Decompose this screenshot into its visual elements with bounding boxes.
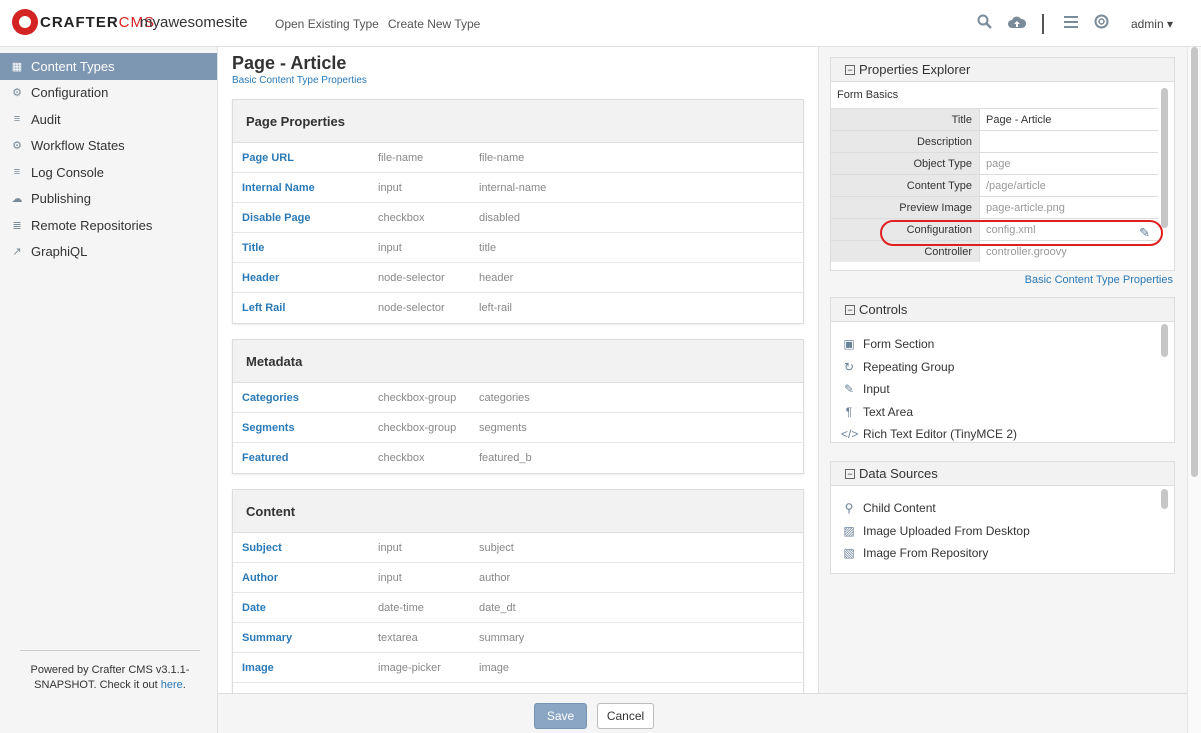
image-file-icon: ▧ — [843, 546, 855, 561]
sidebar-item-remote-repositories[interactable]: ≣ Remote Repositories — [0, 212, 217, 239]
save-button[interactable]: Save — [534, 703, 587, 729]
control-rich-text-editor[interactable]: </> Rich Text Editor (TinyMCE 2) — [831, 423, 1174, 446]
prop-row-title[interactable]: Title Page - Article — [831, 108, 1158, 130]
list-icon: ≡ — [13, 166, 21, 179]
section-title[interactable]: Page Properties — [233, 100, 803, 143]
data-sources-header[interactable]: − Data Sources — [831, 462, 1174, 486]
list-icon: ≡ — [13, 113, 21, 126]
search-icon[interactable] — [977, 14, 992, 33]
field-row[interactable]: Header node-selector header — [233, 263, 803, 293]
field-row[interactable]: Categories checkbox-group categories — [233, 383, 803, 413]
logo-text: CRAFTERCMS — [40, 13, 156, 31]
controls-header[interactable]: − Controls — [831, 298, 1174, 322]
section-title[interactable]: Metadata — [233, 340, 803, 383]
sidebar-item-graphiql[interactable]: ↗ GraphiQL — [0, 239, 217, 266]
prop-row-object-type[interactable]: Object Type page — [831, 152, 1158, 174]
footer-bar: Save Cancel — [218, 693, 1187, 733]
field-row[interactable]: Featured checkbox featured_b — [233, 443, 803, 473]
sidebar-item-configuration[interactable]: ⚙ Configuration — [0, 80, 217, 107]
paragraph-icon: ¶ — [845, 404, 853, 419]
field-row[interactable]: Left Rail node-selector left-rail — [233, 293, 803, 323]
line-chart-icon: ↗ — [12, 246, 22, 259]
prop-row-content-type[interactable]: Content Type/page/article — [831, 174, 1158, 196]
section-metadata[interactable]: Metadata Categories checkbox-group categor… — [232, 339, 804, 474]
user-menu[interactable]: admin ▾ — [1131, 17, 1173, 31]
sidebar-item-publishing[interactable]: ☁ Publishing — [0, 186, 217, 213]
refresh-icon: ↻ — [843, 359, 855, 374]
edit-icon: ✎ — [843, 382, 855, 397]
crafter-site-link[interactable]: here — [161, 679, 183, 691]
child-icon: ⚲ — [844, 501, 854, 516]
field-row[interactable]: Summary textarea summary — [233, 623, 803, 653]
field-row[interactable]: Date date-time date_dt — [233, 593, 803, 623]
field-row[interactable]: Segments checkbox-group segments — [233, 413, 803, 443]
cloud-upload-icon[interactable] — [1007, 15, 1026, 33]
site-name[interactable]: myawesomesite — [140, 14, 248, 31]
controls-panel: − Controls ▣ Form Section ↻ Repeating Group… — [830, 297, 1175, 443]
field-row[interactable]: Author input author — [233, 563, 803, 593]
top-separator — [1041, 13, 1044, 34]
field-row[interactable]: Page URL file-name file-name — [233, 143, 803, 173]
create-new-type-link[interactable]: Create New Type — [388, 17, 481, 31]
section-page-properties[interactable]: Page Properties Page URL file-name file-na… — [232, 99, 804, 324]
open-existing-type-link[interactable]: Open Existing Type — [275, 17, 379, 31]
control-text-area[interactable]: ¶ Text Area — [831, 401, 1174, 424]
help-lifebuoy-icon[interactable] — [1094, 14, 1109, 33]
datasource-child-content[interactable]: ⚲ Child Content — [831, 497, 1174, 520]
cancel-button[interactable]: Cancel — [597, 703, 654, 729]
field-row[interactable]: Image image-picker image — [233, 653, 803, 683]
sidebar-item-workflow-states[interactable]: ⚙ Workflow States — [0, 133, 217, 160]
collapse-icon[interactable]: − — [845, 468, 855, 479]
form-basics-label: Form Basics — [837, 89, 899, 101]
sidebar-item-content-types[interactable]: ▦ Content Types — [0, 53, 217, 80]
properties-scrollbar[interactable] — [1161, 88, 1168, 228]
prop-row-preview-image[interactable]: Preview Image page-article.png — [831, 196, 1158, 218]
crafter-logo-icon — [12, 9, 38, 35]
top-bar: CRAFTERCMS myawesomesite Open Existing T… — [0, 0, 1201, 47]
gear-icon: ⚙ — [12, 87, 22, 100]
grid-icon: ▦ — [11, 60, 23, 73]
control-repeating-group[interactable]: ↻ Repeating Group — [831, 356, 1174, 379]
data-sources-scrollbar[interactable] — [1161, 489, 1168, 509]
window-scrollbar-thumb[interactable] — [1191, 47, 1198, 477]
field-row[interactable]: Title input title — [233, 233, 803, 263]
sidebar-footer: Powered by Crafter CMS v3.1.1-SNAPSHOT. … — [20, 650, 200, 693]
crafter-logo[interactable]: CRAFTERCMS — [12, 9, 155, 35]
field-row[interactable]: Subject input subject — [233, 533, 803, 563]
basic-properties-link[interactable]: Basic Content Type Properties — [1025, 274, 1173, 286]
form-section-icon: ▣ — [843, 337, 855, 352]
section-title[interactable]: Content — [233, 490, 803, 533]
field-row[interactable]: Disable Page checkbox disabled — [233, 203, 803, 233]
control-form-section[interactable]: ▣ Form Section — [831, 333, 1174, 356]
sidebar: ▦ Content Types ⚙ Configuration ≡ Audit ⚙ Wo… — [0, 47, 218, 733]
field-row[interactable]: Internal Name input internal-name — [233, 173, 803, 203]
database-icon: ≣ — [12, 219, 22, 232]
section-content[interactable]: Content Subject input subject Author input a… — [232, 489, 804, 693]
image-icon: ▨ — [843, 523, 855, 538]
window-scrollbar[interactable] — [1187, 47, 1201, 733]
sidebar-item-log-console[interactable]: ≡ Log Console — [0, 159, 217, 186]
page-title: Page - Article — [232, 53, 347, 73]
code-icon: </> — [841, 427, 859, 442]
top-icons: admin ▾ — [977, 0, 1201, 47]
prop-row-description[interactable]: Description — [831, 130, 1158, 152]
page-subtitle-link[interactable]: Basic Content Type Properties — [232, 75, 367, 86]
gear-icon: ⚙ — [12, 140, 22, 153]
collapse-icon[interactable]: − — [845, 64, 855, 75]
properties-explorer-header[interactable]: − Properties Explorer — [831, 58, 1174, 82]
highlight-annotation — [880, 220, 1163, 246]
menu-icon[interactable] — [1063, 15, 1078, 32]
sidebar-item-audit[interactable]: ≡ Audit — [0, 106, 217, 133]
data-sources-panel: − Data Sources ⚲ Child Content ▨ Image Uplo… — [830, 461, 1175, 574]
cloud-upload-icon: ☁ — [11, 193, 23, 206]
control-input[interactable]: ✎ Input — [831, 378, 1174, 401]
top-nav: Open Existing Type Create New Type — [275, 17, 480, 31]
datasource-image-desktop[interactable]: ▨ Image Uploaded From Desktop — [831, 520, 1174, 543]
datasource-image-repository[interactable]: ▧ Image From Repository — [831, 542, 1174, 565]
controls-scrollbar[interactable] — [1161, 324, 1168, 357]
collapse-icon[interactable]: − — [845, 304, 855, 315]
